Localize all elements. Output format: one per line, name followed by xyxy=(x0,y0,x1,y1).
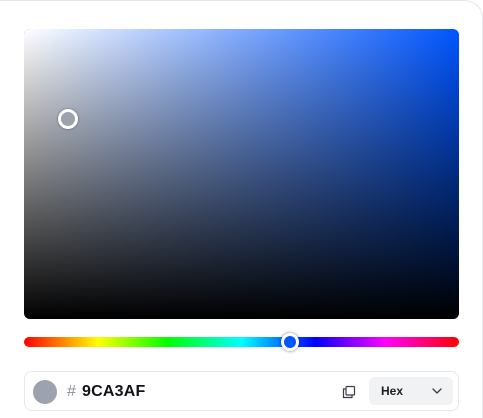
color-picker-panel: # 9CA3AF Hex xyxy=(0,0,483,418)
color-handle[interactable] xyxy=(57,108,78,129)
color-format-select[interactable]: Hex xyxy=(369,377,453,405)
hue-slider-handle[interactable] xyxy=(280,333,299,351)
copy-button[interactable] xyxy=(339,382,359,402)
hex-value-input[interactable]: 9CA3AF xyxy=(82,382,145,402)
chevron-down-icon xyxy=(432,388,442,394)
sv-black-layer xyxy=(24,29,459,319)
color-value-row: # 9CA3AF Hex xyxy=(24,371,459,411)
color-swatch xyxy=(33,380,57,404)
copy-icon xyxy=(342,385,356,399)
saturation-brightness-area[interactable] xyxy=(24,29,459,319)
hue-slider[interactable] xyxy=(24,333,459,351)
color-format-label: Hex xyxy=(381,384,404,398)
hash-symbol: # xyxy=(67,383,76,400)
